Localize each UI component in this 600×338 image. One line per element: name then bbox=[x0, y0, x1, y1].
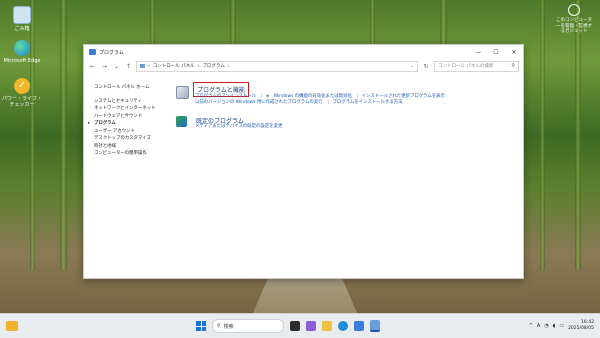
category-list: プログラムと機能 プログラムのアンインストール | ◈ Windows の機能の有… bbox=[176, 75, 523, 278]
up-arrow-icon[interactable]: ↑ bbox=[124, 63, 133, 70]
category-default-programs: 既定のプログラム メディアまたはデバイスの既定の設定を変更 bbox=[176, 115, 523, 145]
autoplay-settings-link[interactable]: メディアまたはデバイスの既定の設定を変更 bbox=[195, 124, 282, 129]
breadcrumb-separator: › bbox=[148, 63, 150, 69]
sidebar-item-ease-of-access[interactable]: コンピューターの簡単操作 bbox=[94, 150, 176, 158]
category-programs-features: プログラムと機能 プログラムのアンインストール | ◈ Windows の機能の有… bbox=[176, 82, 523, 115]
edge-icon bbox=[14, 40, 30, 56]
sidebar-item-hardware-sound[interactable]: ハードウェアとサウンド bbox=[94, 113, 176, 121]
desktop-gadget[interactable]: このコンピューターを管理・監視するガジェット bbox=[554, 4, 594, 35]
checker-app-icon: ✓ bbox=[14, 78, 30, 94]
desktop-icon-recycle-bin[interactable]: ごみ箱 bbox=[0, 6, 44, 32]
task-view-icon[interactable] bbox=[290, 321, 300, 331]
control-panel-taskbar-icon[interactable] bbox=[370, 320, 380, 332]
breadcrumb-separator: › bbox=[227, 63, 230, 69]
sidebar-item-user-accounts[interactable]: ユーザー アカウント bbox=[94, 128, 176, 136]
address-row: ← → ⌄ ↑ › コントロール パネル › プログラム › ⌄ ↻ コントロー… bbox=[84, 59, 523, 73]
gauge-icon bbox=[568, 4, 580, 16]
battery-icon[interactable]: ▭ bbox=[559, 323, 564, 329]
taskbar-apps: ⚲ 検索 bbox=[196, 319, 380, 333]
address-dropdown-icon[interactable]: ⌄ bbox=[410, 64, 414, 69]
content-area: コントロール パネル ホーム システムとセキュリティ ネットワークとインターネッ… bbox=[84, 75, 523, 278]
sidebar-item-clock-region[interactable]: 時計と地域 bbox=[94, 143, 176, 151]
minimize-button[interactable]: — bbox=[469, 49, 487, 56]
start-button[interactable] bbox=[196, 321, 206, 331]
programs-features-sublinks: プログラムのアンインストール | ◈ Windows の機能の有効化または無効化 |… bbox=[195, 94, 445, 105]
taskbar: ⚲ 検索 ^ A ◔ ◖ ▭ 16:42 2025/08/05 bbox=[0, 313, 600, 338]
control-panel-window: プログラム — ☐ ✕ ← → ⌄ ↑ › コントロール パネル › プログラム… bbox=[83, 44, 524, 279]
taskbar-search-label: 検索 bbox=[223, 323, 234, 330]
refresh-icon[interactable]: ↻ bbox=[421, 63, 431, 70]
forward-arrow-icon[interactable]: → bbox=[100, 63, 109, 70]
file-explorer-icon[interactable] bbox=[322, 321, 332, 331]
maximize-button[interactable]: ☐ bbox=[487, 49, 505, 56]
sidebar-item-personalization[interactable]: デスクトップのカスタマイズ bbox=[94, 135, 176, 143]
control-panel-icon bbox=[89, 49, 96, 55]
volume-icon[interactable]: ◖ bbox=[553, 323, 556, 329]
how-to-install-link[interactable]: プログラムをインストールする方法 bbox=[332, 100, 402, 105]
installed-updates-link[interactable]: インストールされた更新プログラムを表示 bbox=[362, 94, 445, 99]
desktop-icon-checker[interactable]: ✓ パワー・ライフ・チェッカー bbox=[0, 78, 44, 108]
store-icon[interactable] bbox=[354, 321, 364, 331]
clock[interactable]: 16:42 2025/08/05 bbox=[568, 320, 594, 332]
search-icon: ⚲ bbox=[217, 323, 221, 329]
sidebar-item-programs[interactable]: プログラム bbox=[88, 120, 176, 128]
taskbar-search[interactable]: ⚲ 検索 bbox=[212, 319, 284, 333]
sidebar: コントロール パネル ホーム システムとセキュリティ ネットワークとインターネッ… bbox=[84, 75, 176, 278]
search-icon: ⚲ bbox=[511, 63, 515, 69]
breadcrumb-programs[interactable]: プログラム bbox=[203, 63, 225, 69]
programs-features-icon bbox=[176, 86, 189, 99]
close-button[interactable]: ✕ bbox=[505, 49, 523, 56]
ime-indicator[interactable]: A bbox=[537, 323, 540, 329]
clock-date: 2025/08/05 bbox=[568, 326, 594, 331]
widgets-icon[interactable] bbox=[306, 321, 316, 331]
uninstall-program-link[interactable]: プログラムのアンインストール bbox=[195, 94, 256, 99]
system-tray: ^ A ◔ ◖ ▭ 16:42 2025/08/05 bbox=[529, 320, 594, 332]
wifi-icon[interactable]: ◔ bbox=[544, 323, 548, 329]
sidebar-home-link[interactable]: コントロール パネル ホーム bbox=[94, 84, 176, 92]
breadcrumb-control-panel[interactable]: コントロール パネル bbox=[153, 63, 195, 69]
chevron-down-icon[interactable]: ⌄ bbox=[112, 63, 121, 70]
title-bar[interactable]: プログラム — ☐ ✕ bbox=[84, 45, 523, 59]
search-placeholder: コントロール パネルの検索 bbox=[438, 64, 494, 69]
default-programs-sublinks: メディアまたはデバイスの既定の設定を変更 bbox=[195, 124, 285, 130]
desktop-icon-edge[interactable]: Microsoft Edge bbox=[0, 40, 44, 64]
folder-icon bbox=[140, 64, 145, 68]
breadcrumb-separator: › bbox=[197, 63, 200, 69]
sidebar-item-network[interactable]: ネットワークとインターネット bbox=[94, 105, 176, 113]
sidebar-item-system-security[interactable]: システムとセキュリティ bbox=[94, 98, 176, 106]
default-programs-icon bbox=[176, 116, 187, 127]
address-bar[interactable]: › コントロール パネル › プログラム › ⌄ bbox=[136, 60, 418, 72]
shield-icon: ◈ bbox=[265, 94, 270, 99]
back-arrow-icon[interactable]: ← bbox=[88, 63, 97, 70]
windows-features-link[interactable]: Windows の機能の有効化または無効化 bbox=[274, 94, 352, 99]
edge-taskbar-icon[interactable] bbox=[338, 321, 348, 331]
search-input[interactable]: コントロール パネルの検索 ⚲ bbox=[434, 60, 519, 72]
show-hidden-icons-icon[interactable]: ^ bbox=[529, 323, 533, 329]
recycle-bin-icon bbox=[13, 6, 31, 24]
compatibility-link[interactable]: 以前のバージョンの Windows 用に作成されたプログラムの実行 bbox=[195, 100, 323, 105]
window-title: プログラム bbox=[99, 49, 124, 56]
weather-widget-icon[interactable] bbox=[6, 321, 18, 331]
